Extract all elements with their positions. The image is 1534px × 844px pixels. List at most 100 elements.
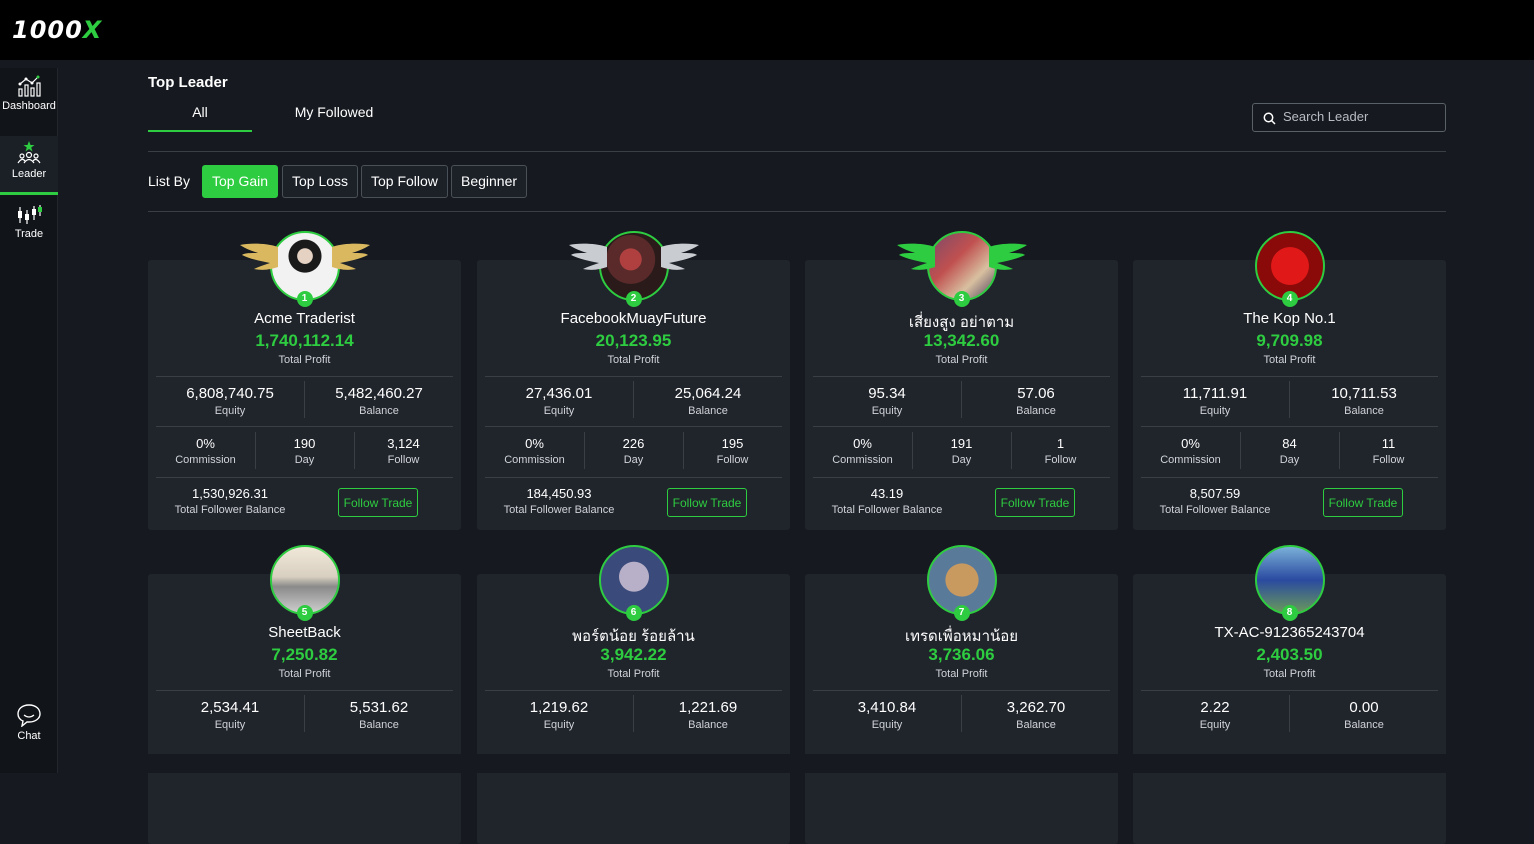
divider: [485, 477, 782, 478]
divider: [1141, 477, 1438, 478]
avatar-wrap: 6: [598, 545, 669, 621]
green-wing-icon: [988, 243, 1027, 270]
divider: [156, 690, 453, 691]
commission-stat: 0% Commission: [1160, 436, 1221, 466]
sidebar-item-leader[interactable]: Leader: [0, 136, 58, 195]
avatar-wrap: 3: [896, 231, 1027, 307]
total-profit-label: Total Profit: [1263, 668, 1316, 680]
total-profit-label: Total Profit: [935, 354, 988, 366]
leader-card[interactable]: 1 Acme Traderist 1,740,112.14 Total Prof…: [148, 231, 461, 530]
bar-chart-icon: [18, 75, 41, 97]
leader-card[interactable]: 4 The Kop No.1 9,709.98 Total Profit 11,…: [1133, 231, 1446, 530]
balance-stat: 25,064.24 Balance: [674, 385, 742, 417]
total-profit-label: Total Profit: [278, 668, 331, 680]
follow-trade-button[interactable]: Follow Trade: [667, 488, 747, 517]
avatar-wrap: 4: [1254, 231, 1325, 307]
silver-wing-icon: [660, 243, 699, 270]
total-profit-label: Total Profit: [278, 354, 331, 366]
total-profit-label: Total Profit: [1263, 354, 1316, 366]
equity-stat: 3,410.84 Equity: [857, 699, 917, 731]
group-star-icon: [17, 141, 41, 164]
leader-name[interactable]: TX-AC-912365243704: [1133, 624, 1446, 641]
commission-stat: 0% Commission: [504, 436, 565, 466]
equity-stat: 6,808,740.75 Equity: [186, 385, 274, 417]
divider: [813, 426, 1110, 427]
rank-badge: 1: [296, 291, 313, 307]
total-profit-value: 2,403.50: [1256, 645, 1323, 664]
balance-stat: 57.06 Balance: [1016, 385, 1056, 417]
divider: [485, 426, 782, 427]
sidebar-item-dashboard[interactable]: Dashboard: [0, 74, 58, 128]
chat-button[interactable]: Chat: [0, 703, 58, 742]
follow-trade-button[interactable]: Follow Trade: [1323, 488, 1403, 517]
filter-top-loss-button[interactable]: Top Loss: [282, 165, 359, 198]
leader-name[interactable]: FacebookMuayFuture: [477, 310, 790, 327]
equity-stat: 2,534.41 Equity: [200, 699, 260, 731]
rank-badge: 4: [1281, 291, 1298, 307]
total-profit-value: 20,123.95: [595, 331, 672, 350]
search-box[interactable]: [1252, 103, 1446, 132]
gold-wing-icon: [331, 243, 370, 270]
follow-stat: 3,124 Follow: [387, 436, 420, 466]
day-stat: 226 Day: [622, 436, 645, 466]
total-profit-value: 3,942.22: [600, 645, 667, 664]
leader-name[interactable]: Acme Traderist: [148, 310, 461, 327]
divider: [813, 376, 1110, 377]
rank-badge: 6: [625, 605, 642, 621]
divider: [1141, 376, 1438, 377]
rank-badge: 2: [625, 291, 642, 307]
top-bar: 1000X: [0, 0, 1534, 60]
avatar-wrap: 1: [239, 231, 370, 307]
balance-stat: 5,531.62 Balance: [349, 699, 409, 731]
divider: [485, 376, 782, 377]
divider: [485, 690, 782, 691]
logo[interactable]: 1000X: [12, 16, 102, 44]
leader-card[interactable]: 7 เทรดเพื่อหมาน้อย 3,736.06 Total Profit…: [805, 545, 1118, 844]
leader-card[interactable]: 8 TX-AC-912365243704 2,403.50 Total Prof…: [1133, 545, 1446, 844]
chat-label: Chat: [17, 730, 41, 742]
balance-stat: 1,221.69 Balance: [678, 699, 738, 731]
leader-card[interactable]: 6 พอร์ตน้อย ร้อยล้าน 3,942.22 Total Prof…: [477, 545, 790, 844]
tab-my-followed[interactable]: My Followed: [288, 104, 380, 132]
divider: [813, 477, 1110, 478]
gold-wing-icon: [239, 243, 278, 270]
balance-stat: 10,711.53 Balance: [1331, 385, 1397, 417]
follow-trade-button[interactable]: Follow Trade: [338, 488, 418, 517]
divider: [156, 376, 453, 377]
filter-top-gain-button[interactable]: Top Gain: [202, 165, 279, 198]
divider: [148, 151, 1446, 152]
balance-stat: 0.00 Balance: [1344, 699, 1384, 731]
sidebar-item-label: Dashboard: [2, 100, 56, 112]
leader-card[interactable]: 5 SheetBack 7,250.82 Total Profit 2,534.…: [148, 545, 461, 844]
total-profit-value: 1,740,112.14: [255, 331, 354, 350]
sidebar-item-trade[interactable]: Trade: [0, 204, 58, 248]
total-profit-label: Total Profit: [935, 668, 988, 680]
day-stat: 190 Day: [293, 436, 316, 466]
divider: [1141, 690, 1438, 691]
equity-stat: 1,219.62 Equity: [529, 699, 589, 731]
search-input[interactable]: [1283, 109, 1439, 124]
balance-stat: 5,482,460.27 Balance: [335, 385, 423, 417]
total-profit-value: 3,736.06: [928, 645, 995, 664]
leader-name[interactable]: The Kop No.1: [1133, 310, 1446, 327]
filter-beginner-button[interactable]: Beginner: [451, 165, 528, 198]
list-by-label: List By: [148, 173, 191, 189]
total-profit-value: 13,342.60: [923, 331, 1000, 350]
total-profit-value: 7,250.82: [271, 645, 338, 664]
follower-balance-stat: 1,530,926.31 Total Follower Balance: [174, 486, 286, 516]
avatar-wrap: 2: [568, 231, 699, 307]
total-profit-label: Total Profit: [607, 668, 660, 680]
leader-card[interactable]: 3 เสี่ยงสูง อย่าตาม 13,342.60 Total Prof…: [805, 231, 1118, 530]
avatar-wrap: 5: [269, 545, 340, 621]
balance-stat: 3,262.70 Balance: [1006, 699, 1066, 731]
candlestick-icon: [18, 205, 42, 224]
tab-all[interactable]: All: [148, 104, 252, 132]
sidebar-item-label: Leader: [11, 168, 47, 180]
leader-name[interactable]: SheetBack: [148, 624, 461, 641]
follow-trade-button[interactable]: Follow Trade: [995, 488, 1075, 517]
leader-card[interactable]: 2 FacebookMuayFuture 20,123.95 Total Pro…: [477, 231, 790, 530]
main-content: Top Leader All My Followed List By Top G…: [148, 60, 1446, 844]
rank-badge: 5: [296, 605, 313, 621]
filter-top-follow-button[interactable]: Top Follow: [361, 165, 448, 198]
divider: [156, 477, 453, 478]
